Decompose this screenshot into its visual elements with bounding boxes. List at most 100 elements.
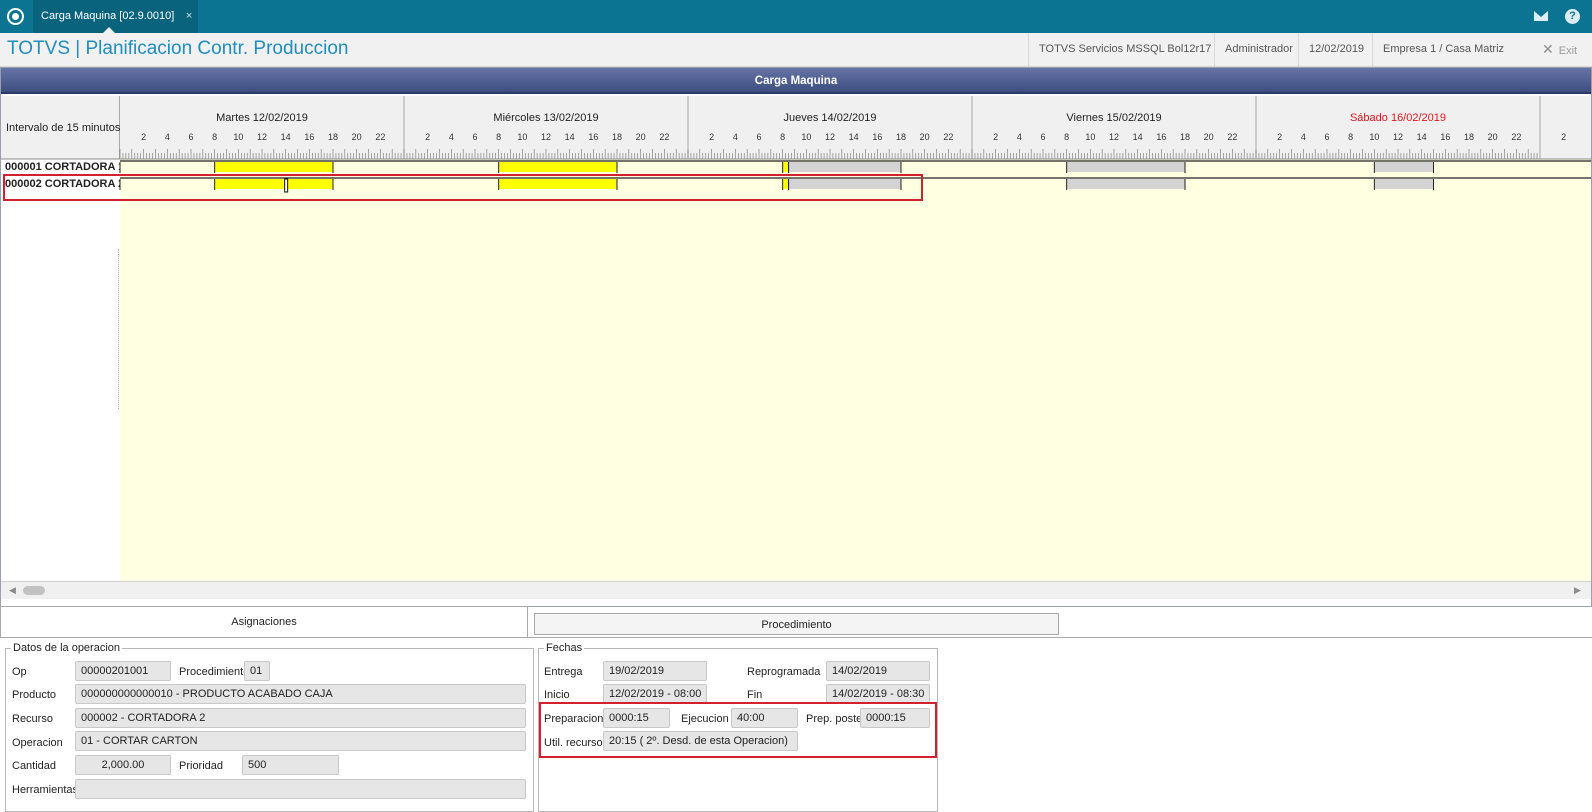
time-scale-bg (120, 96, 1591, 159)
hour-tick-label: 20 (1204, 132, 1214, 142)
unavailable-bar (1066, 179, 1185, 189)
server-info: TOTVS Servicios MSSQL Bol12r17 (1028, 33, 1211, 66)
assigned-bar (782, 162, 789, 172)
day-header: Sábado 16/02/2019 (1350, 112, 1446, 124)
day-header: Miércoles 13/02/2019 (493, 112, 598, 124)
totvs-logo-icon[interactable] (7, 8, 24, 25)
prioridad-field[interactable]: 500 (242, 755, 339, 775)
tab-procedimiento[interactable]: Procedimiento (534, 613, 1059, 635)
hour-tick-label: 22 (1511, 132, 1521, 142)
hour-tick-label: 8 (496, 132, 501, 142)
hour-tick-label: 22 (1227, 132, 1237, 142)
hour-tick-label: 2 (1561, 132, 1566, 142)
hour-tick-label: 14 (281, 132, 291, 142)
hour-tick-label: 4 (1017, 132, 1022, 142)
hour-tick-label: 20 (352, 132, 362, 142)
app-header: TOTVS | Planificacion Contr. Produccion … (0, 33, 1592, 67)
producto-field[interactable]: 000000000000010 - PRODUCTO ACABADO CAJA (75, 684, 526, 704)
hour-tick-label: 6 (188, 132, 193, 142)
fechas-legend: Fechas (546, 642, 583, 654)
window-tab[interactable]: Carga Maquina [02.9.0010] × (33, 0, 199, 33)
hour-tick-label: 2 (709, 132, 714, 142)
hour-tick-label: 10 (517, 132, 527, 142)
hour-tick-label: 8 (780, 132, 785, 142)
page-title: TOTVS | Planificacion Contr. Produccion (7, 38, 349, 59)
scroll-left-icon[interactable]: ◀ (9, 585, 16, 596)
tab-close-icon[interactable]: × (186, 0, 192, 33)
unavailable-bar (1374, 179, 1434, 189)
operacion-legend: Datos de la operacion (13, 642, 121, 654)
producto-label: Producto (12, 689, 57, 701)
unavailable-bar (1374, 162, 1434, 172)
prioridad-label: Prioridad (179, 760, 224, 772)
hour-tick-label: 10 (1085, 132, 1095, 142)
assigned-bar (498, 162, 617, 172)
hour-tick-label: 22 (943, 132, 953, 142)
hour-tick-label: 18 (612, 132, 622, 142)
procedimiento-field[interactable]: 01 (244, 661, 270, 681)
hour-tick-label: 6 (756, 132, 761, 142)
hour-tick-label: 6 (1324, 132, 1329, 142)
top-bar: Carga Maquina [02.9.0010] × ? (0, 0, 1592, 33)
hour-tick-label: 8 (1064, 132, 1069, 142)
hour-tick-label: 10 (801, 132, 811, 142)
tab-asignaciones[interactable]: Asignaciones (0, 606, 528, 637)
help-icon[interactable]: ? (1565, 9, 1580, 24)
day-header: Viernes 15/02/2019 (1066, 112, 1161, 124)
hour-tick-label: 22 (659, 132, 669, 142)
operacion-label: Operacion (12, 737, 63, 749)
hour-tick-label: 6 (472, 132, 477, 142)
hour-tick-label: 18 (896, 132, 906, 142)
highlight-row-box (3, 174, 923, 201)
fin-label: Fin (747, 689, 763, 701)
exit-label: Exit (1558, 45, 1578, 57)
cantidad-label: Cantidad (12, 760, 57, 772)
cantidad-field[interactable]: 2,000.00 (75, 755, 171, 775)
hour-tick-label: 18 (1180, 132, 1190, 142)
inicio-label: Inicio (544, 689, 570, 701)
unavailable-bar (788, 162, 901, 172)
hour-tick-label: 18 (1464, 132, 1474, 142)
exit-button[interactable]: ✕ Exit (1542, 33, 1577, 66)
user-info: Administrador (1214, 33, 1293, 66)
hour-tick-label: 16 (1440, 132, 1450, 142)
hour-tick-label: 20 (1488, 132, 1498, 142)
recurso-label: Recurso (12, 713, 53, 725)
entrega-field[interactable]: 19/02/2019 (603, 661, 707, 681)
procedimiento-label: Procedimiento (179, 666, 250, 678)
hour-tick-label: 22 (375, 132, 385, 142)
hour-tick-label: 16 (588, 132, 598, 142)
hour-tick-label: 16 (304, 132, 314, 142)
op-label: Op (12, 666, 27, 678)
reprogramada-field[interactable]: 14/02/2019 (826, 661, 930, 681)
hour-tick-label: 8 (212, 132, 217, 142)
herramientas-label: Herramientas (12, 784, 79, 796)
day-header: Martes 12/02/2019 (216, 112, 308, 124)
hour-tick-label: 12 (1393, 132, 1403, 142)
hour-tick-label: 12 (257, 132, 267, 142)
hour-tick-label: 2 (425, 132, 430, 142)
unavailable-bar (1066, 162, 1185, 172)
hour-tick-label: 2 (141, 132, 146, 142)
herramientas-field[interactable] (75, 779, 526, 799)
recurso-field[interactable]: 000002 - CORTADORA 2 (75, 708, 526, 728)
scroll-right-icon[interactable]: ▶ (1574, 585, 1581, 596)
hour-tick-label: 16 (872, 132, 882, 142)
hour-tick-label: 4 (165, 132, 170, 142)
day-header: Jueves 14/02/2019 (784, 112, 877, 124)
fin-field[interactable]: 14/02/2019 - 08:30 (826, 684, 930, 704)
hour-tick-label: 4 (449, 132, 454, 142)
scroll-thumb[interactable] (23, 586, 45, 595)
horizontal-scrollbar[interactable]: ◀ ▶ (1, 581, 1591, 599)
inicio-field[interactable]: 12/02/2019 - 08:00 (603, 684, 707, 704)
detail-tabs: Asignaciones Procedimiento (0, 606, 1592, 637)
mail-icon[interactable] (1534, 11, 1548, 21)
hour-tick-label: 20 (920, 132, 930, 142)
company-info: Empresa 1 / Casa Matriz (1372, 33, 1504, 66)
hour-tick-label: 14 (1417, 132, 1427, 142)
hour-tick-label: 12 (541, 132, 551, 142)
detail-panel: Datos de la operacion Op 00000201001 Pro… (0, 637, 1592, 812)
op-field[interactable]: 00000201001 (75, 661, 171, 681)
gantt-chart: Martes 12/02/20192 4 6 8 10 12 14 16 18 20 22Miérc… (1, 96, 1591, 193)
operacion-field[interactable]: 01 - CORTAR CARTON (75, 731, 526, 751)
